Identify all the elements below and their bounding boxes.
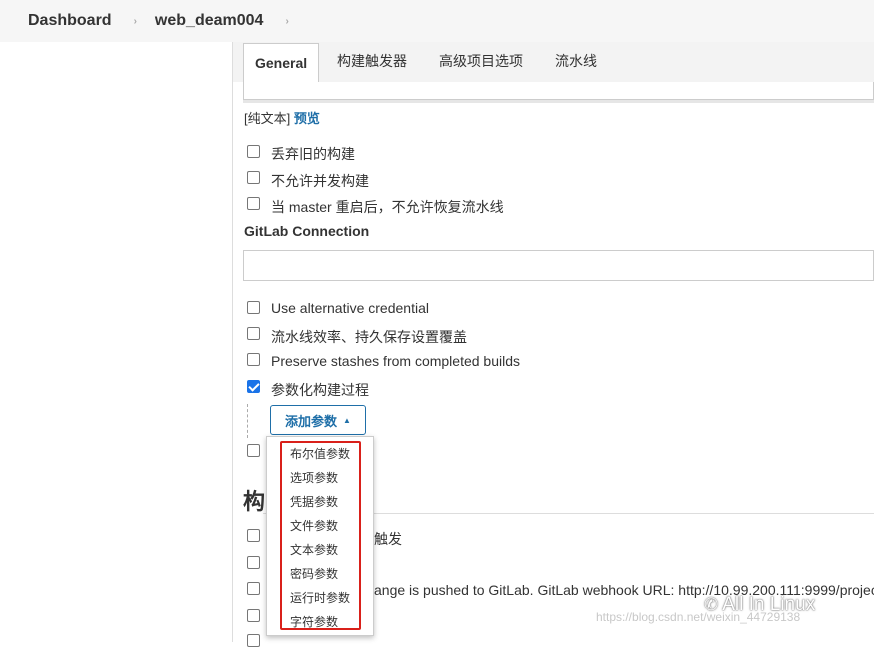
hidden-option-checkbox[interactable]	[247, 444, 260, 457]
breadcrumb: Dashboard › web_deam004 ›	[0, 0, 874, 42]
disallow-concurrent-builds-checkbox[interactable]	[247, 171, 260, 184]
plain-text-label: [纯文本]	[244, 111, 291, 126]
description-textarea[interactable]	[243, 82, 874, 100]
add-parameter-button[interactable]: 添加参数 ▲	[270, 405, 366, 435]
no-resume-after-restart-checkbox[interactable]	[247, 197, 260, 210]
trigger-option-1-label: 触发	[374, 531, 402, 547]
build-triggers-heading: 构	[243, 489, 266, 514]
config-tabbar: General 构建触发器 高级项目选项 流水线	[233, 42, 874, 82]
breadcrumb-dashboard-link[interactable]: Dashboard	[28, 12, 112, 30]
breadcrumb-job-link[interactable]: web_deam004	[155, 12, 264, 30]
disallow-concurrent-builds-label: 不允许并发构建	[271, 173, 369, 189]
trigger-option-5-checkbox[interactable]	[247, 634, 260, 647]
breadcrumb-separator-icon[interactable]: ›	[134, 16, 137, 27]
parameter-group-guide	[247, 404, 248, 438]
trigger-option-4-checkbox[interactable]	[247, 609, 260, 622]
textarea-resize-bar[interactable]	[243, 100, 874, 103]
left-pane	[0, 42, 232, 642]
discard-old-builds-checkbox[interactable]	[247, 145, 260, 158]
trigger-option-2-checkbox[interactable]	[247, 556, 260, 569]
preview-link[interactable]: 预览	[294, 111, 320, 126]
gitlab-connection-label: GitLab Connection	[244, 223, 370, 239]
alternative-credential-label: Use alternative credential	[271, 300, 429, 316]
durability-override-checkbox[interactable]	[247, 327, 260, 340]
preserve-stashes-label: Preserve stashes from completed builds	[271, 353, 520, 369]
breadcrumb-job-menu-icon[interactable]: ›	[285, 16, 288, 27]
tab-general[interactable]: General	[243, 43, 320, 82]
gitlab-connection-field[interactable]	[243, 250, 874, 281]
watermark-url: https://blog.csdn.net/weixin_44729138	[596, 610, 801, 624]
preserve-stashes-checkbox[interactable]	[247, 353, 260, 366]
alternative-credential-checkbox[interactable]	[247, 301, 260, 314]
tab-advanced-project-options[interactable]: 高级项目选项	[439, 42, 523, 80]
gitlab-push-trigger-checkbox[interactable]	[247, 582, 260, 595]
trigger-option-1-checkbox[interactable]	[247, 529, 260, 542]
discard-old-builds-label: 丢弃旧的构建	[271, 146, 355, 162]
pane-divider	[232, 42, 233, 642]
caret-up-icon: ▲	[343, 415, 351, 425]
description-format: [纯文本] 预览	[244, 108, 320, 127]
parameterized-build-label: 参数化构建过程	[271, 382, 369, 398]
durability-override-label: 流水线效率、持久保存设置覆盖	[271, 329, 467, 345]
add-parameter-label: 添加参数	[285, 413, 338, 429]
parameterized-build-checkbox[interactable]	[247, 380, 260, 393]
no-resume-after-restart-label: 当 master 重启后，不允许恢复流水线	[271, 199, 504, 215]
tab-pipeline[interactable]: 流水线	[555, 42, 597, 80]
tab-build-triggers[interactable]: 构建触发器	[337, 42, 407, 80]
highlight-box	[280, 441, 361, 630]
